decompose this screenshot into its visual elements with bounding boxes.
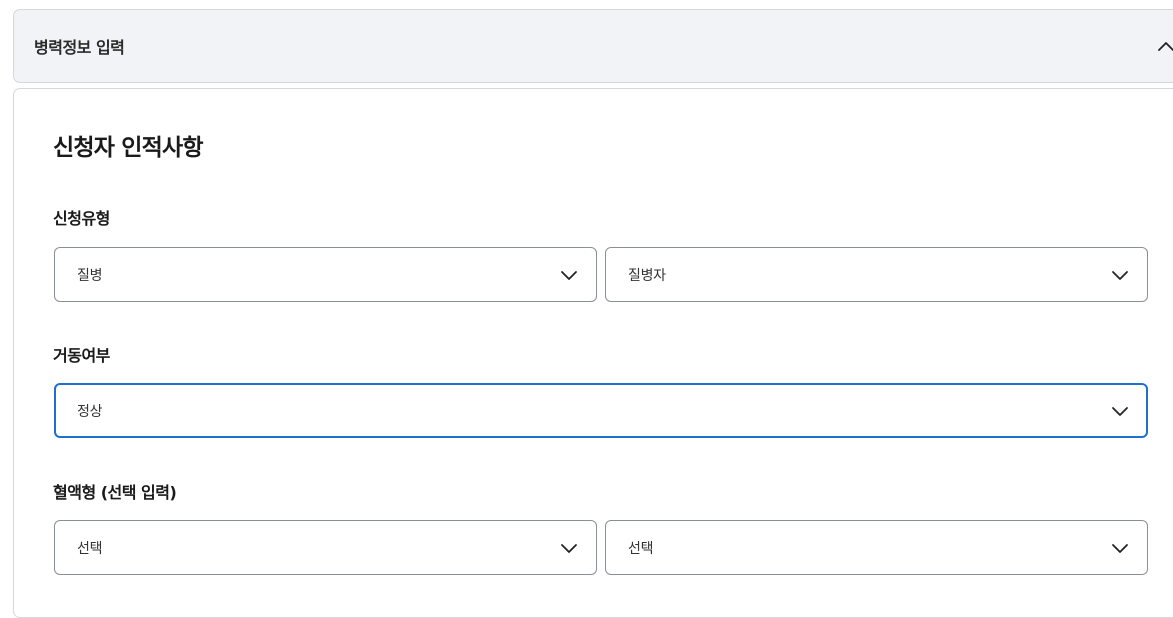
chevron-down-icon (561, 543, 577, 553)
blood-type-abo-select-value: 선택 (77, 540, 103, 557)
application-type-select[interactable]: 질병 (54, 247, 597, 302)
chevron-down-icon (1112, 406, 1128, 416)
blood-type-rh-select-value: 선택 (628, 540, 654, 557)
blood-type-abo-select[interactable]: 선택 (54, 520, 597, 575)
accordion-header[interactable]: 병력정보 입력 (13, 9, 1173, 83)
application-subtype-select[interactable]: 질병자 (605, 247, 1148, 302)
mobility-select[interactable]: 정상 (54, 383, 1148, 438)
chevron-up-icon[interactable] (1156, 34, 1173, 58)
application-type-label: 신청유형 (53, 209, 110, 228)
mobility-select-value: 정상 (77, 403, 103, 420)
application-type-select-value: 질병 (77, 267, 103, 284)
blood-type-rh-select[interactable]: 선택 (605, 520, 1148, 575)
chevron-down-icon (1112, 543, 1128, 553)
chevron-down-icon (1112, 270, 1128, 280)
accordion-title: 병력정보 입력 (34, 38, 125, 57)
chevron-down-icon (561, 270, 577, 280)
section-title: 신청자 인적사항 (53, 135, 204, 161)
mobility-label: 거동여부 (53, 346, 110, 365)
application-subtype-select-value: 질병자 (628, 267, 666, 284)
blood-type-label: 혈액형 (선택 입력) (53, 483, 177, 502)
